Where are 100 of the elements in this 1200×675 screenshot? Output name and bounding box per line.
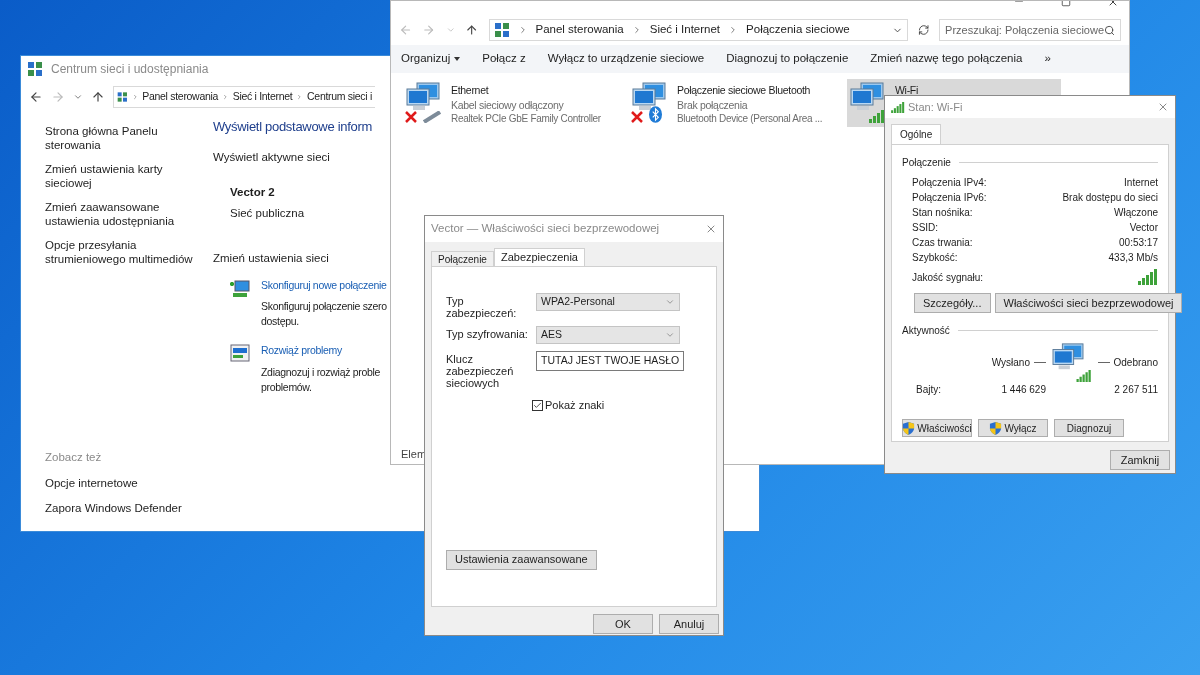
checkbox[interactable] xyxy=(532,399,543,411)
page-heading: Wyświetl podstawowe inform xyxy=(213,118,372,136)
bytes-sent: 1 446 629 xyxy=(1001,383,1046,397)
caret-icon xyxy=(665,330,675,340)
sidebar-link[interactable]: Strona główna Panelu sterowania xyxy=(45,124,205,152)
tab[interactable]: Połączenie xyxy=(431,251,494,266)
property-value: Internet xyxy=(1124,176,1158,187)
search-field[interactable]: Przeszukaj: Połączenia sieciowe xyxy=(939,19,1122,41)
dialog-button[interactable]: Anuluj xyxy=(659,614,719,634)
network-name: Vector 2 xyxy=(230,184,276,200)
breadcrumb-item[interactable]: Sieć i Internet xyxy=(232,89,293,105)
dialog-title: Vector — Właściwości sieci bezprzewodowej xyxy=(431,221,660,237)
group-label: Połączenie xyxy=(902,156,951,170)
dialog-button[interactable]: Diagnozuj xyxy=(1054,419,1124,437)
property-label: Szybkość: xyxy=(912,251,958,262)
breadcrumb-item[interactable]: Połączenia sieciowe xyxy=(746,21,850,39)
property-value: 00:53:17 xyxy=(1119,236,1158,247)
dialog-title: Stan: Wi-Fi xyxy=(908,99,963,115)
task-link[interactable]: Rozwiąż problemy xyxy=(261,343,342,359)
property-label: Jakość sygnału: xyxy=(912,271,984,285)
toolbar-button[interactable]: Diagnozuj to połączenie xyxy=(726,50,849,68)
dialog-button[interactable]: Wyłącz xyxy=(978,419,1048,437)
network-computers-icon xyxy=(405,81,441,113)
sidebar-link[interactable]: Zmień zaawansowane ustawienia udostępniania xyxy=(45,200,205,228)
cable-icon xyxy=(423,111,441,123)
separator-icon xyxy=(222,92,229,102)
dropdown[interactable]: WPA2-Personal xyxy=(536,293,680,311)
bluetooth-icon xyxy=(649,106,662,123)
check-icon xyxy=(533,400,542,410)
toolbar-button[interactable]: Połącz z xyxy=(482,50,526,68)
connection-item[interactable]: Ethernet Kabel sieciowy odłączony Realtek PCIe GbE Family Controller xyxy=(403,79,623,127)
control-panel-icon xyxy=(493,22,510,38)
breadcrumb-item[interactable]: Panel sterowania xyxy=(535,21,624,39)
property-value: Vector xyxy=(1129,221,1158,232)
dialog-button[interactable]: OK xyxy=(593,614,653,634)
bytes-label: Bajty: xyxy=(916,383,942,397)
breadcrumb-item[interactable]: Panel sterowania xyxy=(142,89,219,105)
caret-icon xyxy=(665,297,675,307)
search-placeholder: Przeszukaj: Połączenia sieciowe xyxy=(945,22,1105,38)
connection-device: Bluetooth Device (Personal Area ... xyxy=(677,112,823,126)
task-description: Zdiagnozuj i rozwiąż proble problemów. xyxy=(261,365,381,395)
connection-status: Brak połączenia xyxy=(677,97,748,112)
dropdown[interactable]: AES xyxy=(536,326,680,344)
tab[interactable]: Ogólne xyxy=(891,124,942,144)
checkbox-label: Pokaż znaki xyxy=(545,398,605,413)
sidebar-link[interactable]: Opcje internetowe xyxy=(45,474,213,492)
up-icon[interactable] xyxy=(465,23,479,37)
separator-icon xyxy=(131,92,139,102)
dialog-button[interactable]: Szczegóły... xyxy=(914,293,991,313)
field-label: Typ zabezpieczeń: xyxy=(446,294,518,319)
refresh-icon[interactable] xyxy=(917,24,930,36)
dialog-button[interactable]: Ustawienia zaawansowane xyxy=(446,549,597,570)
address-bar[interactable]: Panel sterowania Sieć i Internet Centrum sieci i xyxy=(113,86,375,108)
dialog-button[interactable]: Zamknij xyxy=(1110,450,1170,470)
section-heading: Wyświetl aktywne sieci xyxy=(213,149,331,165)
network-computers-icon xyxy=(1050,342,1086,372)
section-heading: Zobacz też xyxy=(45,450,103,466)
toolbar-button[interactable]: Wyłącz to urządzenie sieciowe xyxy=(547,50,705,68)
signal-icon xyxy=(891,101,905,113)
forward-icon[interactable] xyxy=(51,90,65,104)
field-label: Klucz zabezpieczeń sieciowych xyxy=(446,352,515,389)
section-heading: Zmień ustawienia sieci xyxy=(213,251,330,267)
connection-status: Kabel sieciowy odłączony xyxy=(451,97,564,112)
property-value: 433,3 Mb/s xyxy=(1108,251,1158,262)
search-icon xyxy=(1104,24,1116,36)
control-panel-icon xyxy=(27,61,43,77)
sidebar-link[interactable]: Zmień ustawienia karty sieciowej xyxy=(45,162,205,190)
breadcrumb-item[interactable]: Centrum sieci i xyxy=(307,89,372,105)
dialog-button[interactable]: Właściwości xyxy=(902,419,972,437)
back-icon[interactable] xyxy=(29,90,43,104)
sidebar-link[interactable]: Zapora Windows Defender xyxy=(45,499,213,517)
caret-icon[interactable] xyxy=(73,92,83,102)
sidebar-link[interactable]: Opcje przesyłania strumieniowego multimediów xyxy=(45,238,205,266)
breadcrumb-item[interactable]: Sieć i Internet xyxy=(649,21,721,39)
property-value: Brak dostępu do sieci xyxy=(1062,191,1158,202)
up-icon[interactable] xyxy=(91,90,105,104)
connection-item[interactable]: Połączenie sieciowe Bluetooth Brak połączenia Bluetooth Device (Personal Area ... xyxy=(629,79,841,127)
connection-name: Połączenie sieciowe Bluetooth xyxy=(677,83,811,98)
task-link[interactable]: Skonfiguruj nowe połączenie xyxy=(261,277,387,294)
signal-icon xyxy=(1138,269,1158,285)
toolbar-button[interactable]: Organizuj xyxy=(401,50,461,68)
network-computers-icon xyxy=(631,81,667,113)
group-label: Aktywność xyxy=(902,324,950,338)
property-label: Czas trwania: xyxy=(912,236,973,247)
property-label: Połączenia IPv4: xyxy=(912,176,987,187)
property-label: Stan nośnika: xyxy=(912,206,973,217)
address-bar[interactable]: Panel sterowania Sieć i Internet Połączenia sieciowe xyxy=(488,19,908,41)
task-description: Skonfiguruj połączenie szero dostępu. xyxy=(261,299,387,330)
dialog-button[interactable]: Właściwości sieci bezprzewodowej xyxy=(994,293,1183,313)
signal-icon xyxy=(1076,370,1092,382)
field-label: Typ szyfrowania: xyxy=(446,327,529,340)
input-field[interactable]: TUTAJ JEST TWOJE HASŁO xyxy=(536,351,684,371)
toolbar-button[interactable]: Zmień nazwę tego połączenia xyxy=(870,50,1023,68)
bytes-received: 2 267 511 xyxy=(1114,383,1158,397)
property-label: Połączenia IPv6: xyxy=(912,191,987,202)
separator-icon xyxy=(296,92,304,102)
network-type: Sieć publiczna xyxy=(230,206,306,221)
property-label: SSID: xyxy=(912,221,939,232)
tab[interactable]: Zabezpieczenia xyxy=(493,248,585,266)
overflow-button[interactable]: » xyxy=(1044,50,1051,68)
